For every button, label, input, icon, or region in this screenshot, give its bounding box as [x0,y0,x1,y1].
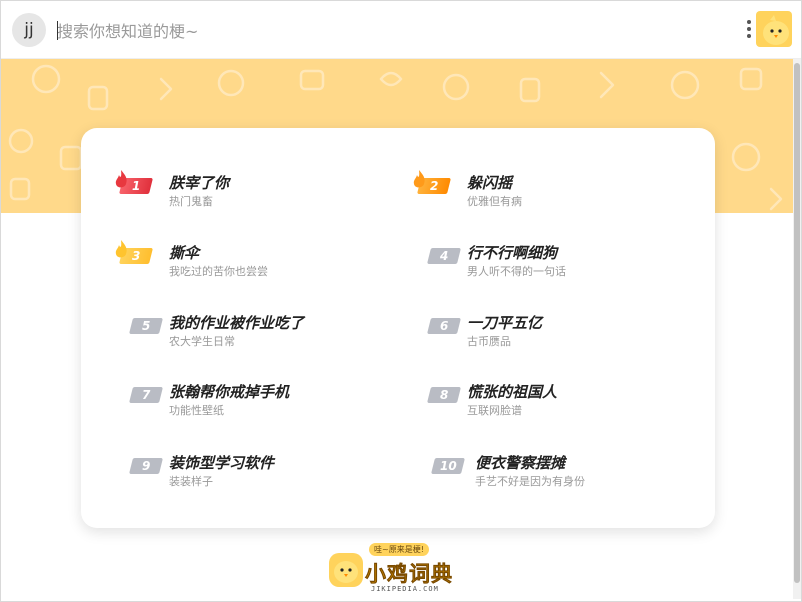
scrollbar-thumb[interactable] [794,63,800,583]
flame-icon [413,170,425,188]
rank-badge: 8 [427,387,461,403]
rank-badge: 7 [129,387,163,403]
item-subtitle: 热门鬼畜 [169,195,213,208]
footer-slogan: 哇~原来是梗! [369,543,429,556]
item-subtitle: 手艺不好是因为有身份 [475,475,585,488]
rank-badge: 6 [427,318,461,334]
item-subtitle: 我吃过的苦你也尝尝 [169,265,268,278]
text-cursor [57,21,58,40]
item-title: 行不行啊细狗 [467,244,558,262]
hot-item-4[interactable]: 4 行不行啊细狗 男人听不得的一句话 [419,242,689,282]
kebab-menu-icon[interactable] [745,18,753,42]
item-title: 一刀平五亿 [467,314,543,332]
hot-list-card: 1 朕宰了你 热门鬼畜 2 躲闪摇 优雅但有病 3 撕伞 我吃过的苦你也尝尝 4… [81,128,715,528]
item-title: 我的作业被作业吃了 [169,314,305,332]
item-title: 朕宰了你 [169,174,230,192]
hot-item-5[interactable]: 5 我的作业被作业吃了 农大学生日常 [121,312,391,352]
item-title: 张翰帮你戒掉手机 [169,383,290,401]
top-bar: jj [1,1,801,59]
item-subtitle: 优雅但有病 [467,195,522,208]
item-title: 躲闪摇 [467,174,513,192]
flame-icon [115,170,127,188]
rank-badge: 9 [129,458,163,474]
hot-item-2[interactable]: 2 躲闪摇 优雅但有病 [413,170,689,212]
chick-mascot-icon [329,553,363,587]
hot-item-8[interactable]: 8 慌张的祖国人 互联网脸谱 [419,381,689,421]
hot-item-7[interactable]: 7 张翰帮你戒掉手机 功能性壁纸 [121,381,391,421]
app-window: jj 搜索你想知道的梗~ 1 朕宰了你 热门鬼畜 2 躲闪摇 优雅但有病 3 撕… [0,0,802,602]
hot-item-6[interactable]: 6 一刀平五亿 古币赝品 [419,312,689,352]
item-subtitle: 功能性壁纸 [169,404,224,417]
hot-item-3[interactable]: 3 撕伞 我吃过的苦你也尝尝 [115,240,391,282]
item-subtitle: 装装样子 [169,475,213,488]
chick-logo-icon[interactable] [756,11,792,47]
footer-logo: 哇~原来是梗! 小鸡词典 JIKIPEDIA.COM [329,541,469,597]
rank-badge: 4 [427,248,461,264]
item-subtitle: 男人听不得的一句话 [467,265,566,278]
item-title: 撕伞 [169,244,200,262]
item-subtitle: 古币赝品 [467,335,511,348]
search-input[interactable] [57,19,657,43]
footer-domain: JIKIPEDIA.COM [371,585,439,593]
hot-item-10[interactable]: 10 便衣警察摆摊 手艺不好是因为有身份 [419,452,699,492]
hot-item-9[interactable]: 9 装饰型学习软件 装装样子 [121,452,391,492]
avatar[interactable]: jj [12,13,46,47]
item-title: 便衣警察摆摊 [475,454,566,472]
footer-site-name: 小鸡词典 [365,562,453,587]
item-subtitle: 互联网脸谱 [467,404,522,417]
hot-item-1[interactable]: 1 朕宰了你 热门鬼畜 [115,170,391,212]
flame-icon [115,240,127,258]
item-subtitle: 农大学生日常 [169,335,235,348]
rank-badge: 10 [431,458,465,474]
item-title: 装饰型学习软件 [169,454,275,472]
rank-badge: 5 [129,318,163,334]
scrollbar[interactable] [793,59,801,599]
item-title: 慌张的祖国人 [467,383,558,401]
